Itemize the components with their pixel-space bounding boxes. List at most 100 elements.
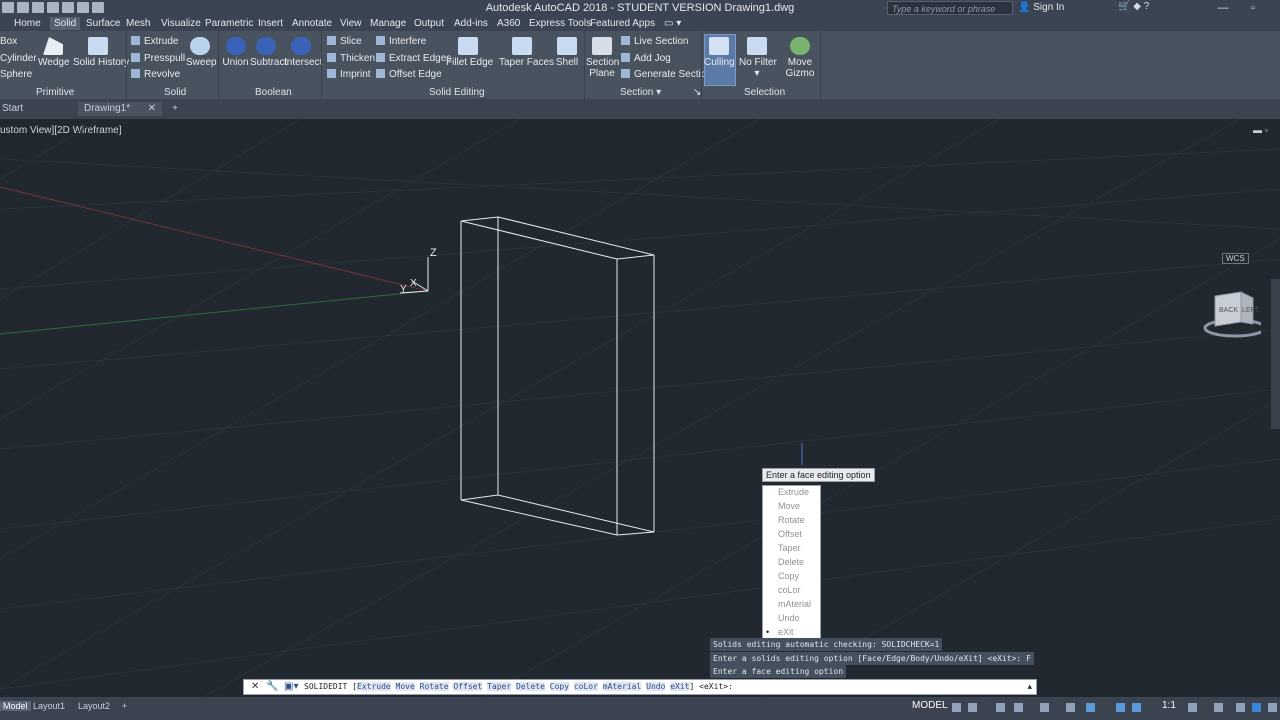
grid-icon[interactable] <box>952 703 961 712</box>
shell-button[interactable]: Shell <box>554 37 580 68</box>
tab-insert[interactable]: Insert <box>258 18 283 29</box>
cmd-option-offset[interactable]: Offset <box>453 682 483 691</box>
annotation-scale[interactable]: 1:1 <box>1162 700 1176 711</box>
minimize-button[interactable]: — <box>1208 0 1238 16</box>
tab-a360[interactable]: A360 <box>497 18 520 29</box>
gear-icon[interactable] <box>1188 703 1197 712</box>
section-plane-button[interactable]: Section Plane <box>586 37 619 79</box>
menu-item-undo[interactable]: Undo <box>763 612 820 625</box>
wedge-button[interactable]: Wedge <box>38 37 70 68</box>
menu-item-material[interactable]: mAterial <box>763 598 820 611</box>
hardware-acceleration-icon[interactable] <box>1252 703 1261 712</box>
annotation-visibility-icon[interactable] <box>1116 703 1125 712</box>
imprint-button[interactable]: Imprint <box>327 69 371 80</box>
sphere-button[interactable]: Sphere <box>0 69 32 80</box>
interfere-button[interactable]: Interfere <box>376 36 426 47</box>
menu-item-rotate[interactable]: Rotate <box>763 514 820 527</box>
cmd-option-material[interactable]: mAterial <box>602 682 642 691</box>
sweep-button[interactable]: Sweep <box>186 37 217 68</box>
cmd-option-delete[interactable]: Delete <box>516 682 545 691</box>
subtract-button[interactable]: Subtract <box>250 37 287 68</box>
tab-featured-apps[interactable]: Featured Apps <box>590 18 655 29</box>
model-space-button[interactable]: MODEL <box>912 700 948 711</box>
menu-item-taper[interactable]: Taper <box>763 542 820 555</box>
menu-item-copy[interactable]: Copy <box>763 570 820 583</box>
command-line[interactable]: ✕ 🔧 ▣▾ SOLIDEDIT [Extrude Move Rotate Of… <box>243 679 1037 695</box>
polar-icon[interactable] <box>1014 703 1023 712</box>
auto-scale-icon[interactable] <box>1132 703 1141 712</box>
wcs-menu[interactable]: WCS <box>1222 253 1249 264</box>
menu-item-color[interactable]: coLor <box>763 584 820 597</box>
add-layout-icon[interactable]: + <box>122 701 127 711</box>
tab-output[interactable]: Output <box>414 18 444 29</box>
fillet-edge-button[interactable]: Fillet Edge <box>446 37 493 68</box>
cmd-option-rotate[interactable]: Rotate <box>419 682 449 691</box>
cmd-option-color[interactable]: coLor <box>573 682 598 691</box>
tab-visualize[interactable]: Visualize <box>161 18 201 29</box>
isolate-icon[interactable] <box>1236 703 1245 712</box>
live-section-button[interactable]: Live Section <box>621 36 688 47</box>
generate-section-button[interactable]: Generate Section <box>621 69 712 80</box>
maximize-button[interactable]: ▫ <box>1238 0 1268 16</box>
tab-express-tools[interactable]: Express Tools <box>529 18 591 29</box>
move-gizmo-button[interactable]: Move Gizmo <box>784 37 816 79</box>
tab-home[interactable]: Home <box>14 18 41 29</box>
revolve-button[interactable]: Revolve <box>131 69 180 80</box>
signin-button[interactable]: 👤 Sign In <box>1018 2 1064 13</box>
doc-tab-drawing[interactable]: Drawing1* ✕ <box>78 102 162 116</box>
union-button[interactable]: Union <box>222 37 249 68</box>
presspull-button[interactable]: Presspull <box>131 53 185 64</box>
menu-item-extrude[interactable]: Extrude <box>763 486 820 499</box>
tab-annotate[interactable]: Annotate <box>292 18 332 29</box>
cmd-option-taper[interactable]: Taper <box>487 682 512 691</box>
dynucs-icon[interactable] <box>1086 703 1095 712</box>
intersect-button[interactable]: Intersect <box>284 37 322 68</box>
ortho-icon[interactable] <box>996 703 1005 712</box>
command-text[interactable]: SOLIDEDIT [Extrude Move Rotate Offset Ta… <box>304 682 733 691</box>
chevron-up-icon[interactable]: ▴ <box>1027 681 1032 692</box>
osnap-icon[interactable] <box>1040 703 1049 712</box>
no-filter-button[interactable]: No Filter ▾ <box>739 37 777 79</box>
plus-icon[interactable] <box>1214 703 1223 712</box>
cmd-option-undo[interactable]: Undo <box>646 682 666 691</box>
recent-commands-icon[interactable]: ▣▾ <box>284 681 298 692</box>
help-icon[interactable]: 🛒 ◆ ? <box>1118 1 1149 12</box>
tab-parametric[interactable]: Parametric <box>205 18 253 29</box>
extract-edges-button[interactable]: Extract Edges <box>376 53 451 64</box>
cmd-option-extrude[interactable]: Extrude <box>357 682 391 691</box>
solid-history-button[interactable]: Solid History <box>73 37 129 68</box>
doc-tab-start[interactable]: Start <box>0 102 76 116</box>
taper-faces-button[interactable]: Taper Faces <box>499 37 554 68</box>
slice-button[interactable]: Slice <box>327 36 362 47</box>
ribbon-options-icon[interactable]: ▭ ▾ <box>664 18 681 29</box>
menu-item-delete[interactable]: Delete <box>763 556 820 569</box>
panel-label-section[interactable]: Section ▾ <box>620 87 661 98</box>
cylinder-button[interactable]: Cylinder <box>0 53 37 64</box>
wrench-icon[interactable]: 🔧 <box>266 681 278 692</box>
box-button[interactable]: Box <box>0 36 17 47</box>
tab-solid[interactable]: Solid <box>50 17 81 30</box>
offset-edge-button[interactable]: Offset Edge <box>376 69 442 80</box>
add-jog-button[interactable]: Add Jog <box>621 53 671 64</box>
navigation-bar[interactable] <box>1271 279 1280 429</box>
layout-tab-layout2[interactable]: Layout2 <box>78 701 110 711</box>
add-tab-icon[interactable]: + <box>168 102 182 116</box>
customization-icon[interactable] <box>1268 703 1277 712</box>
viewcube[interactable]: BACK LEFT <box>1203 291 1261 338</box>
close-icon[interactable]: ✕ <box>148 102 156 116</box>
extrude-button[interactable]: Extrude <box>131 36 178 47</box>
cmd-option-copy[interactable]: Copy <box>549 682 570 691</box>
tab-mesh[interactable]: Mesh <box>126 18 150 29</box>
cmd-option-exit[interactable]: eXit <box>670 682 690 691</box>
snap-icon[interactable] <box>968 703 977 712</box>
layout-tab-layout1[interactable]: Layout1 <box>33 701 65 711</box>
otrack-icon[interactable] <box>1066 703 1075 712</box>
thicken-button[interactable]: Thicken <box>327 53 375 64</box>
cmd-option-move[interactable]: Move <box>395 682 415 691</box>
layout-tab-model[interactable]: Model <box>0 701 31 711</box>
menu-item-offset[interactable]: Offset <box>763 528 820 541</box>
tab-view[interactable]: View <box>340 18 362 29</box>
culling-button[interactable]: Culling <box>704 37 735 68</box>
drawing-viewport[interactable]: ustom View][2D Wireframe] ▬ ▫ Z Y X BACK… <box>0 119 1280 699</box>
close-icon[interactable]: ✕ <box>251 681 259 692</box>
